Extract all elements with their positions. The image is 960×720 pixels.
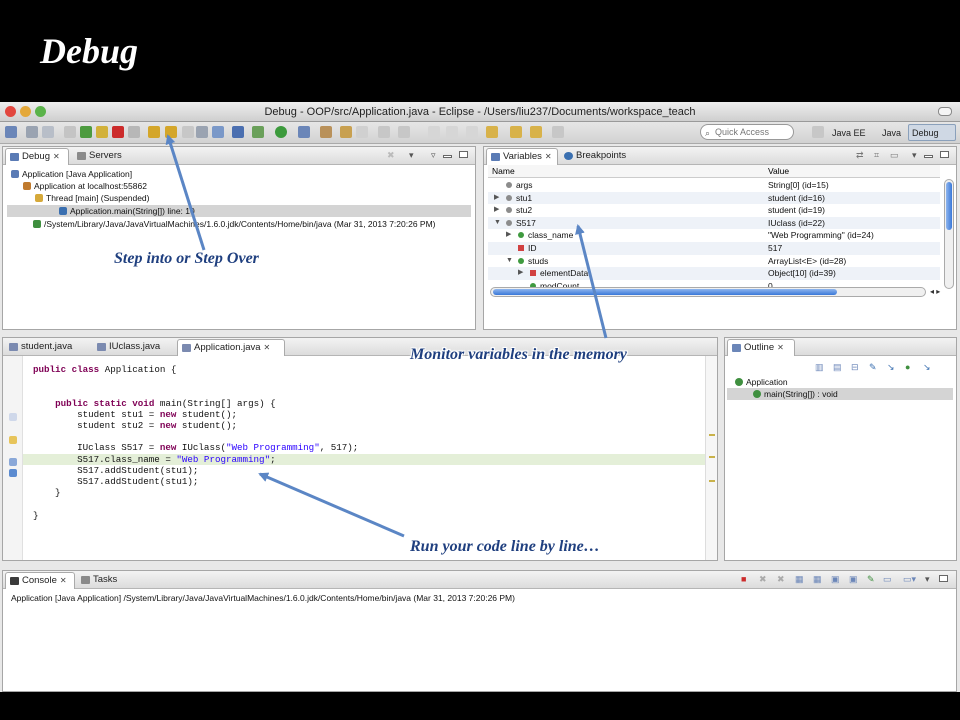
annotation-step: Step into or Step Over bbox=[114, 250, 259, 267]
step-arrow bbox=[165, 134, 206, 251]
bottom-strip bbox=[0, 692, 960, 720]
run-arrow bbox=[258, 472, 405, 538]
slide: Debug Debug - OOP/src/Application.java -… bbox=[0, 0, 960, 720]
annotation-run: Run your code line by line… bbox=[410, 538, 600, 555]
annotation-monitor: Monitor variables in the memory bbox=[410, 346, 627, 363]
monitor-arrow bbox=[575, 224, 608, 339]
